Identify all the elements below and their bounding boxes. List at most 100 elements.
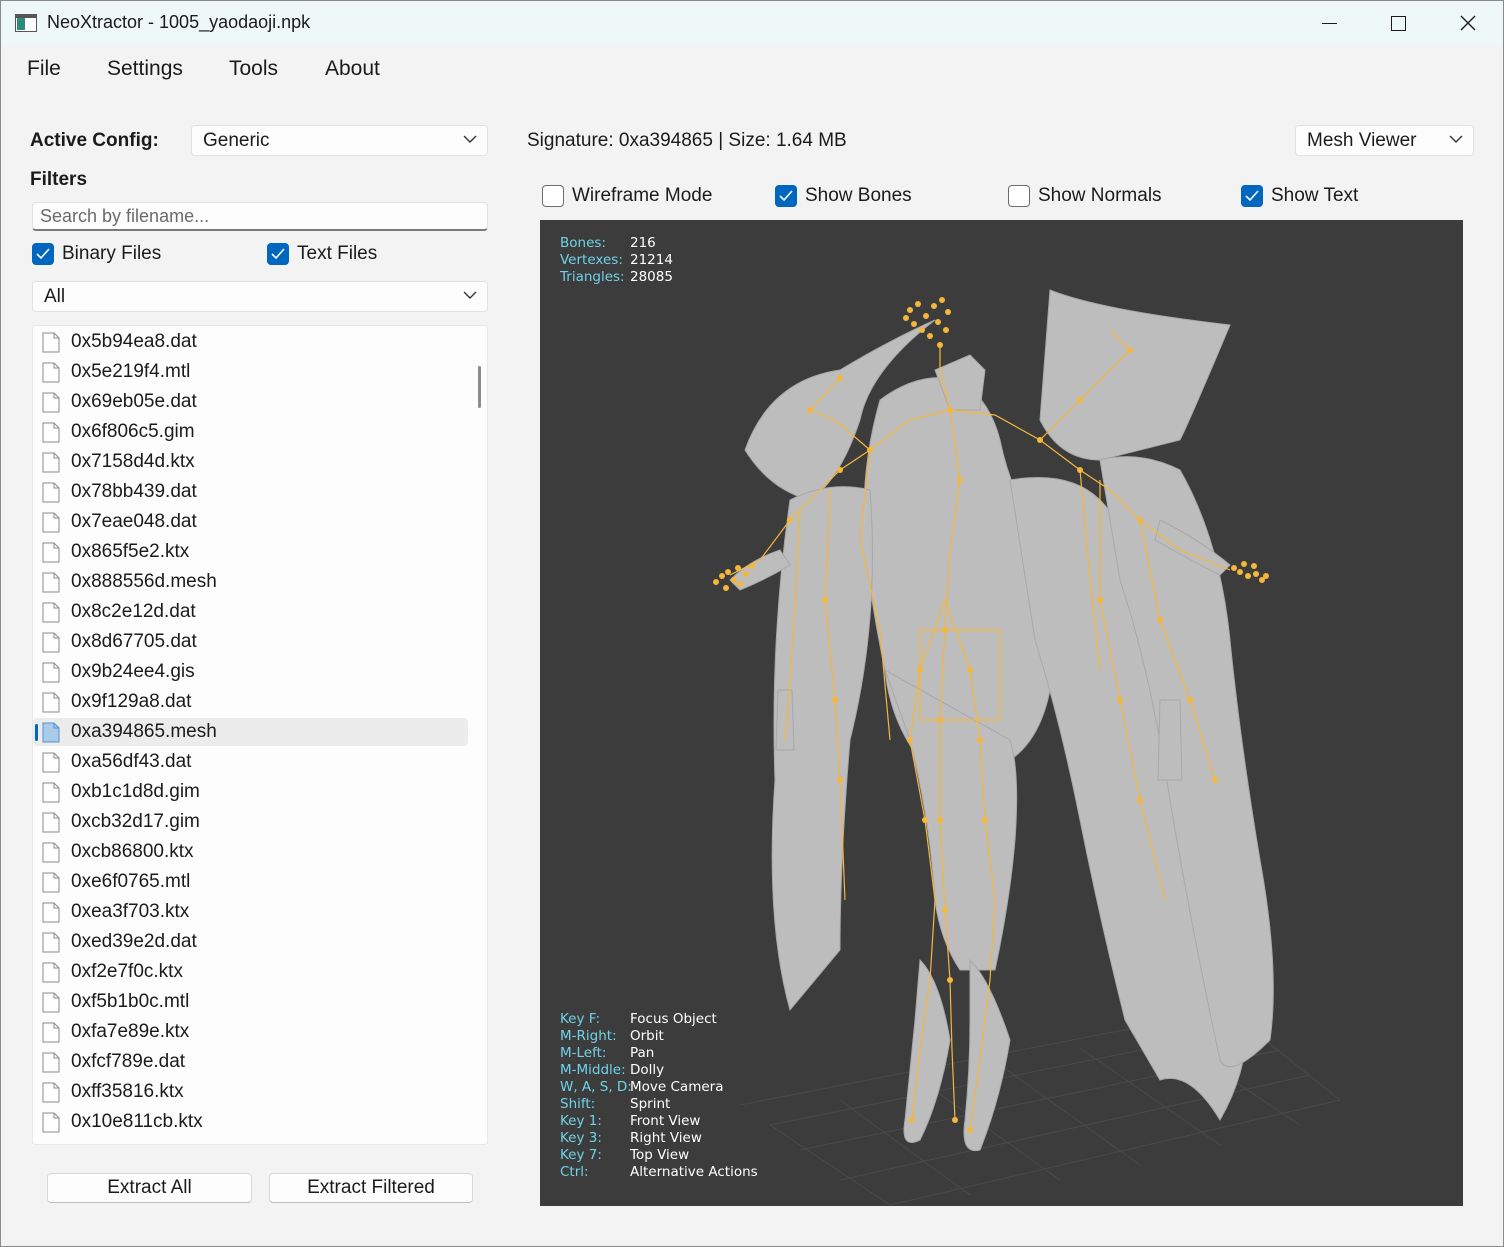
menu-file[interactable]: File (27, 57, 61, 81)
search-placeholder: Search by filename... (40, 206, 210, 226)
binary-files-label: Binary Files (62, 243, 162, 264)
list-item[interactable]: 0x6f806c5.gim (33, 418, 468, 446)
list-item[interactable]: 0x8d67705.dat (33, 628, 468, 656)
overlay-key: M-Left: (560, 1045, 607, 1061)
file-icon (42, 572, 60, 593)
file-name: 0xb1c1d8d.gim (71, 781, 200, 802)
close-button[interactable] (1433, 1, 1503, 45)
list-item[interactable]: 0xb1c1d8d.gim (33, 778, 468, 806)
overlay-key: Shift: (560, 1096, 596, 1112)
overlay-row: Shift: Sprint (560, 1096, 758, 1113)
list-item[interactable]: 0xf5b1b0c.mtl (33, 988, 468, 1016)
maximize-button[interactable] (1363, 1, 1433, 45)
overlay-key: Bones: (560, 235, 606, 251)
scrollbar-thumb[interactable] (478, 366, 481, 408)
file-list[interactable]: 0x5b94ea8.dat 0x5e219f4.mtl 0x69eb05e.dat 0… (32, 325, 488, 1145)
file-name: 0xfcf789e.dat (71, 1051, 186, 1072)
overlay-key: Ctrl: (560, 1164, 589, 1180)
file-icon (42, 332, 60, 353)
text-files-checkbox[interactable]: Text Files (267, 243, 377, 265)
file-name: 0x5b94ea8.dat (71, 331, 197, 352)
checkbox-unchecked-icon (542, 185, 564, 207)
active-config-select[interactable]: Generic (191, 125, 488, 156)
overlay-key: M-Middle: (560, 1062, 626, 1078)
file-icon (42, 1022, 60, 1043)
mesh-viewport[interactable]: Bones: 216 Vertexes: 21214 Triangles: 28085 K… (540, 220, 1463, 1206)
maximize-icon (1390, 15, 1406, 31)
file-icon (42, 1112, 60, 1133)
search-input[interactable]: Search by filename... (32, 202, 488, 231)
list-item[interactable]: 0x78bb439.dat (33, 478, 468, 506)
list-item[interactable]: 0xe6f0765.mtl (33, 868, 468, 896)
list-item[interactable]: 0x5b94ea8.dat (33, 328, 468, 356)
file-type-select[interactable]: All (32, 281, 488, 312)
minimize-button[interactable] (1294, 1, 1364, 45)
list-item[interactable]: 0xff35816.ktx (33, 1078, 468, 1106)
filters-label: Filters (30, 169, 88, 190)
file-icon (42, 902, 60, 923)
list-item[interactable]: 0xcb32d17.gim (33, 808, 468, 836)
menu-tools[interactable]: Tools (229, 57, 278, 81)
list-item[interactable]: 0xfcf789e.dat (33, 1048, 468, 1076)
file-type-value: All (44, 286, 66, 307)
list-item[interactable]: 0x9f129a8.dat (33, 688, 468, 716)
file-icon (42, 842, 60, 863)
checkbox-checked-icon (1241, 185, 1263, 207)
list-item[interactable]: 0xf2e7f0c.ktx (33, 958, 468, 986)
file-name: 0xf2e7f0c.ktx (71, 961, 183, 982)
list-item[interactable]: 0x7158d4d.ktx (33, 448, 468, 476)
mesh-stats-overlay: Bones: 216 Vertexes: 21214 Triangles: 28085 (560, 235, 673, 286)
show-normals-checkbox[interactable]: Show Normals (1008, 185, 1162, 207)
list-item[interactable]: 0xa56df43.dat (33, 748, 468, 776)
list-item[interactable]: 0x865f5e2.ktx (33, 538, 468, 566)
overlay-key: Key 7: (560, 1147, 602, 1163)
wireframe-mode-checkbox[interactable]: Wireframe Mode (542, 185, 712, 207)
title-bar[interactable]: NeoXtractor - 1005_yaodaoji.npk (1, 1, 1503, 45)
list-item[interactable]: 0x10e811cb.ktx (33, 1108, 468, 1136)
overlay-value: 216 (630, 235, 656, 251)
file-name: 0x8c2e12d.dat (71, 601, 196, 622)
overlay-row: Triangles: 28085 (560, 269, 673, 286)
list-item-selected[interactable]: 0xa394865.mesh (33, 718, 468, 746)
list-item[interactable]: 0x8c2e12d.dat (33, 598, 468, 626)
file-icon (42, 542, 60, 563)
list-item[interactable]: 0xea3f703.ktx (33, 898, 468, 926)
extract-filtered-button[interactable]: Extract Filtered (269, 1173, 473, 1203)
file-icon (42, 782, 60, 803)
file-name: 0xfa7e89e.ktx (71, 1021, 190, 1042)
app-window: NeoXtractor - 1005_yaodaoji.npk File Set… (0, 0, 1504, 1247)
window-title: NeoXtractor - 1005_yaodaoji.npk (47, 12, 311, 32)
list-item[interactable]: 0x5e219f4.mtl (33, 358, 468, 386)
viewer-mode-select[interactable]: Mesh Viewer (1295, 125, 1474, 156)
show-normals-label: Show Normals (1038, 185, 1162, 206)
file-icon (42, 812, 60, 833)
menu-settings[interactable]: Settings (107, 57, 183, 81)
show-bones-label: Show Bones (805, 185, 912, 206)
checkbox-checked-icon (267, 243, 289, 265)
overlay-key: Vertexes: (560, 252, 623, 268)
list-item[interactable]: 0xfa7e89e.ktx (33, 1018, 468, 1046)
chevron-down-icon (1449, 135, 1463, 143)
list-item[interactable]: 0x888556d.mesh (33, 568, 468, 596)
file-icon (42, 1082, 60, 1103)
overlay-value: Orbit (630, 1028, 664, 1044)
list-item[interactable]: 0x9b24ee4.gis (33, 658, 468, 686)
file-icon (42, 422, 60, 443)
extract-all-button[interactable]: Extract All (47, 1173, 252, 1203)
key-help-overlay: Key F: Focus Object M-Right: Orbit M-Left: Pa… (560, 1011, 758, 1181)
list-item[interactable]: 0x7eae048.dat (33, 508, 468, 536)
list-item[interactable]: 0x69eb05e.dat (33, 388, 468, 416)
overlay-row: W, A, S, D: Move Camera (560, 1079, 758, 1096)
file-name: 0xe6f0765.mtl (71, 871, 191, 892)
file-name: 0x888556d.mesh (71, 571, 217, 592)
binary-files-checkbox[interactable]: Binary Files (32, 243, 161, 265)
file-icon (42, 872, 60, 893)
overlay-value: 28085 (630, 269, 673, 285)
show-bones-checkbox[interactable]: Show Bones (775, 185, 912, 207)
overlay-value: Sprint (630, 1096, 671, 1112)
list-item[interactable]: 0xcb86800.ktx (33, 838, 468, 866)
checkbox-checked-icon (775, 185, 797, 207)
list-item[interactable]: 0xed39e2d.dat (33, 928, 468, 956)
show-text-checkbox[interactable]: Show Text (1241, 185, 1358, 207)
menu-about[interactable]: About (325, 57, 380, 81)
